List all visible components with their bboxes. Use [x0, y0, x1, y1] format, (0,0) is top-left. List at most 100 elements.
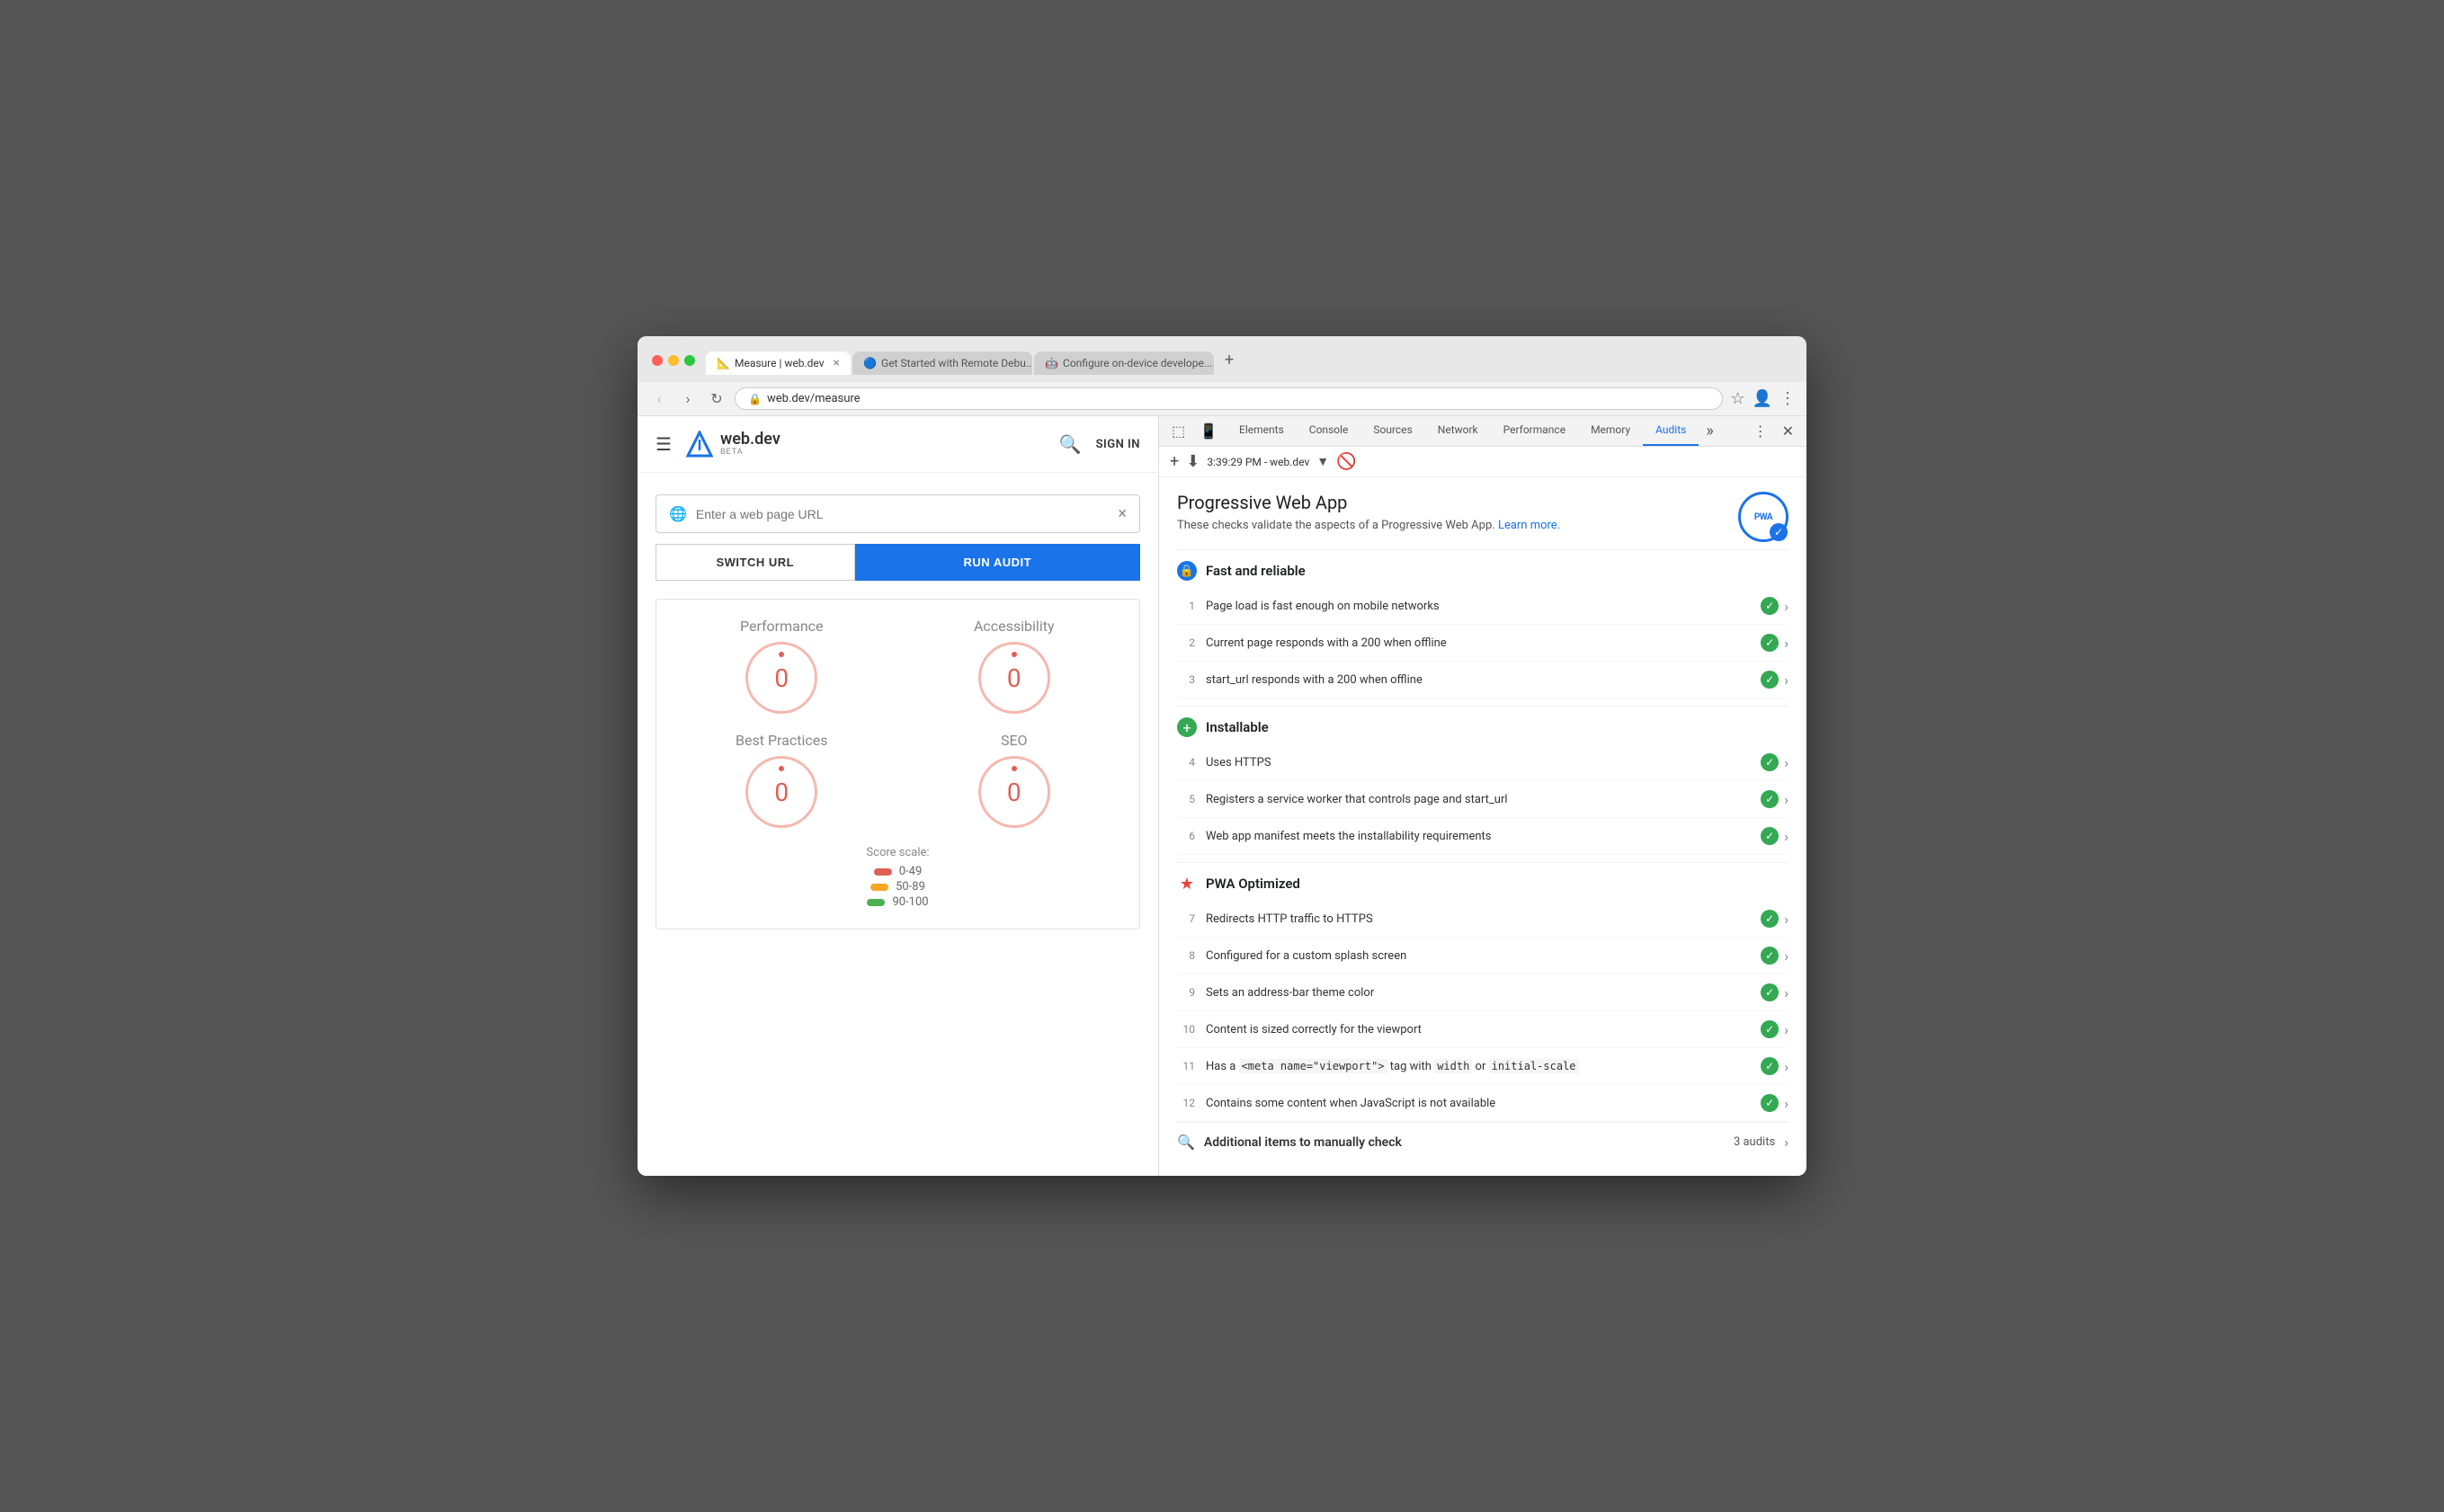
devtools-actions: ⋮ ✕	[1748, 417, 1799, 445]
devtools-tab-console[interactable]: Console	[1297, 416, 1361, 446]
tabs-row: 📐 Measure | web.dev × 🔵 Get Started with…	[706, 345, 1792, 375]
back-button[interactable]: ‹	[648, 388, 670, 410]
score-value-accessibility: 0	[1007, 663, 1021, 693]
check-icon-9: ✓	[1761, 983, 1779, 1001]
magnify-icon: 🔍	[1177, 1134, 1195, 1151]
audit-no-throttle-icon[interactable]: 🚫	[1336, 452, 1356, 471]
chevron-2[interactable]: ›	[1784, 635, 1788, 652]
search-icon[interactable]: 🔍	[1059, 433, 1082, 455]
audit-timestamp-dropdown[interactable]: ▼	[1316, 454, 1329, 469]
devtools-close-icon[interactable]: ✕	[1777, 417, 1799, 445]
scale-range-green: 90-100	[892, 895, 928, 909]
devtools-tab-network[interactable]: Network	[1425, 416, 1491, 446]
bookmark-icon[interactable]: ☆	[1730, 389, 1744, 408]
chevron-6[interactable]: ›	[1784, 828, 1788, 845]
audit-row-3: 3 start_url responds with a 200 when off…	[1177, 662, 1788, 698]
chevron-12[interactable]: ›	[1784, 1095, 1788, 1112]
devtools-device-toolbar[interactable]: 📱	[1194, 417, 1223, 445]
chevron-3[interactable]: ›	[1784, 672, 1788, 689]
additional-items-chevron[interactable]: ›	[1784, 1134, 1788, 1151]
logo-beta: BETA	[720, 448, 780, 457]
check-icon-1: ✓	[1761, 597, 1779, 615]
switch-url-button[interactable]: SWITCH URL	[656, 544, 855, 581]
audit-num-9: 9	[1177, 986, 1195, 999]
sign-in-button[interactable]: SIGN IN	[1096, 438, 1140, 451]
minimize-traffic-light[interactable]	[668, 355, 679, 366]
more-icon[interactable]: ⋮	[1779, 389, 1796, 408]
audit-status-12: ✓ ›	[1761, 1094, 1788, 1112]
chevron-11[interactable]: ›	[1784, 1058, 1788, 1075]
code-initial-scale: initial-scale	[1489, 1059, 1579, 1073]
scale-dot-green	[867, 899, 885, 906]
title-bar: 📐 Measure | web.dev × 🔵 Get Started with…	[638, 336, 1806, 382]
audit-description: These checks validate the aspects of a P…	[1177, 519, 1560, 532]
audit-num-10: 10	[1177, 1023, 1195, 1036]
tab-favicon-3: 🤖	[1045, 357, 1057, 369]
installable-title: Installable	[1206, 719, 1269, 735]
browser-tab-1[interactable]: 📐 Measure | web.dev ×	[706, 351, 851, 375]
clear-input-icon[interactable]: ×	[1118, 504, 1127, 523]
audit-row-9: 9 Sets an address-bar theme color ✓ ›	[1177, 974, 1788, 1011]
devtools-settings-icon[interactable]: ⋮	[1748, 417, 1773, 445]
audit-toolbar: + ⬇ 3:39:29 PM - web.dev ▼ 🚫	[1159, 447, 1806, 477]
additional-items-row[interactable]: 🔍 Additional items to manually check 3 a…	[1177, 1122, 1788, 1161]
check-icon-8: ✓	[1761, 947, 1779, 965]
devtools-tab-performance[interactable]: Performance	[1491, 416, 1578, 446]
audit-num-11: 11	[1177, 1060, 1195, 1072]
tab-favicon-1: 📐	[717, 357, 729, 369]
chevron-7[interactable]: ›	[1784, 911, 1788, 928]
chevron-8[interactable]: ›	[1784, 947, 1788, 965]
audit-add-button[interactable]: +	[1170, 452, 1179, 471]
tab-title-2: Get Started with Remote Debu...	[881, 357, 1032, 369]
chevron-4[interactable]: ›	[1784, 754, 1788, 771]
address-field[interactable]: 🔒 web.dev/measure	[735, 387, 1723, 410]
check-icon-4: ✓	[1761, 753, 1779, 771]
browser-tab-3[interactable]: 🤖 Configure on-device develope... ×	[1034, 351, 1214, 375]
check-icon-3: ✓	[1761, 671, 1779, 689]
learn-more-link[interactable]: Learn more.	[1498, 519, 1560, 532]
chevron-9[interactable]: ›	[1784, 984, 1788, 1001]
reload-button[interactable]: ↻	[706, 388, 727, 410]
audit-text-1: Page load is fast enough on mobile netwo…	[1206, 600, 1750, 613]
devtools-more-tabs[interactable]: »	[1699, 416, 1720, 446]
installable-icon: +	[1177, 717, 1197, 737]
url-input[interactable]	[696, 507, 1109, 521]
audit-section-installable: + Installable	[1177, 706, 1788, 744]
devtools-tab-elements[interactable]: Elements	[1226, 416, 1297, 446]
url-input-wrapper: 🌐 ×	[656, 494, 1140, 533]
hamburger-menu[interactable]: ☰	[656, 433, 672, 455]
account-icon[interactable]: 👤	[1753, 389, 1772, 408]
score-label-seo: SEO	[1001, 732, 1028, 749]
scale-dot-yellow	[870, 884, 888, 891]
new-tab-button[interactable]: +	[1216, 345, 1243, 375]
fast-reliable-title: Fast and reliable	[1206, 563, 1306, 579]
devtools-tab-sources[interactable]: Sources	[1360, 416, 1424, 446]
scale-range-red: 0-49	[899, 865, 923, 878]
devtools-tab-memory[interactable]: Memory	[1578, 416, 1643, 446]
audit-num-6: 6	[1177, 830, 1195, 842]
globe-icon: 🌐	[669, 505, 687, 522]
run-audit-button[interactable]: RUN AUDIT	[855, 544, 1140, 581]
chevron-10[interactable]: ›	[1784, 1021, 1788, 1038]
webdev-logo-icon	[686, 431, 713, 458]
audit-text-11: Has a <meta name="viewport"> tag with wi…	[1206, 1060, 1750, 1073]
chevron-5[interactable]: ›	[1784, 791, 1788, 808]
chevron-1[interactable]: ›	[1784, 598, 1788, 615]
devtools-element-picker[interactable]: ⬚	[1166, 417, 1191, 445]
browser-tab-2[interactable]: 🔵 Get Started with Remote Debu... ×	[852, 351, 1032, 375]
code-meta-viewport: <meta name="viewport">	[1239, 1059, 1387, 1073]
webdev-panel: ☰ web.dev BETA 🔍 SIGN IN	[638, 416, 1159, 1176]
audit-row-7: 7 Redirects HTTP traffic to HTTPS ✓ ›	[1177, 901, 1788, 938]
audit-download-icon[interactable]: ⬇	[1186, 452, 1200, 471]
close-traffic-light[interactable]	[652, 355, 663, 366]
audit-text-12: Contains some content when JavaScript is…	[1206, 1097, 1750, 1110]
check-icon-11: ✓	[1761, 1057, 1779, 1075]
tab-close-1[interactable]: ×	[834, 357, 840, 369]
maximize-traffic-light[interactable]	[684, 355, 695, 366]
main-content: ☰ web.dev BETA 🔍 SIGN IN	[638, 416, 1806, 1176]
audit-text-3: start_url responds with a 200 when offli…	[1206, 673, 1750, 687]
audit-row-2: 2 Current page responds with a 200 when …	[1177, 625, 1788, 662]
devtools-tab-audits[interactable]: Audits	[1643, 416, 1699, 446]
audit-text-4: Uses HTTPS	[1206, 756, 1750, 769]
forward-button[interactable]: ›	[677, 388, 699, 410]
